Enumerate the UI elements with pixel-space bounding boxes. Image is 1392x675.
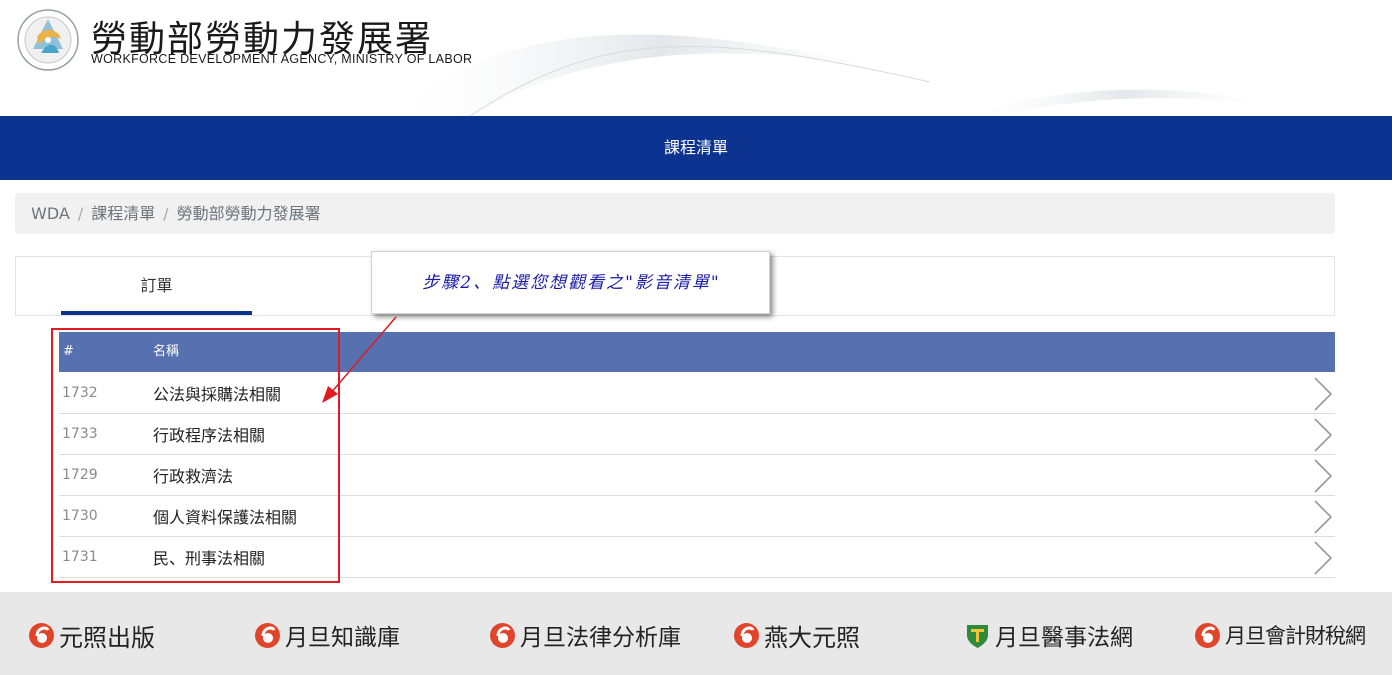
breadcrumb-item-wda[interactable]: WDA — [31, 204, 70, 223]
brand-name: 元照出版 — [59, 623, 155, 652]
brand-lawdata[interactable]: 月旦知識庫 — [254, 618, 400, 652]
row-name[interactable]: 公法與採購法相關 — [153, 373, 281, 417]
callout-text: 步驟2、點選您想觀看之"影音清單" — [422, 273, 721, 293]
table-row[interactable]: 1733 行政程序法相關 — [59, 414, 1335, 455]
row-id: 1732 — [62, 385, 98, 401]
row-id: 1730 — [62, 508, 98, 524]
row-name[interactable]: 行政救濟法 — [153, 455, 233, 499]
chevron-right-icon[interactable] — [1311, 376, 1335, 412]
row-id: 1731 — [62, 549, 98, 565]
brand-name: 月旦醫事法網 — [995, 625, 1133, 651]
breadcrumb-item-course-list[interactable]: 課程清單 — [91, 204, 155, 223]
brand-yanda-angle[interactable]: 燕大元照 — [733, 618, 860, 652]
row-name[interactable]: 個人資料保護法相關 — [153, 496, 297, 540]
chevron-right-icon[interactable] — [1311, 540, 1335, 576]
table-row[interactable]: 1731 民、刑事法相關 — [59, 537, 1335, 578]
chevron-right-icon[interactable] — [1311, 499, 1335, 535]
table-row[interactable]: 1730 個人資料保護法相關 — [59, 496, 1335, 537]
brand-medical-law[interactable]: 月旦醫事法網 — [964, 618, 1133, 652]
agency-name-en: WORKFORCE DEVELOPMENT AGENCY, MINISTRY O… — [91, 52, 473, 66]
brand-logo-icon — [1195, 622, 1220, 648]
brand-logo-icon — [734, 622, 759, 648]
chevron-right-icon[interactable] — [1311, 458, 1335, 494]
site-header: 勞動部勞動力發展署 WORKFORCE DEVELOPMENT AGENCY, … — [0, 0, 1392, 116]
breadcrumb-item-current: 勞動部勞動力發展署 — [176, 204, 321, 223]
table-row[interactable]: 1732 公法與採購法相關 — [59, 373, 1335, 414]
brand-name: 月旦知識庫 — [285, 625, 400, 651]
row-id: 1729 — [62, 467, 98, 483]
brand-accounting-tax[interactable]: 月旦會計財稅網 — [1194, 618, 1366, 652]
breadcrumb-separator: / — [163, 204, 169, 223]
brand-name: 月旦法律分析庫 — [520, 625, 681, 651]
chevron-right-icon[interactable] — [1311, 417, 1335, 453]
breadcrumb: WDA / 課程清單 / 勞動部勞動力發展署 — [15, 193, 1335, 234]
row-name[interactable]: 民、刑事法相關 — [153, 537, 265, 581]
brand-logo-icon — [490, 622, 515, 648]
table-row[interactable]: 1729 行政救濟法 — [59, 455, 1335, 496]
breadcrumb-separator: / — [77, 204, 84, 223]
brand-logo-icon — [29, 622, 54, 648]
column-header-number: # — [63, 344, 74, 359]
brand-logo-icon — [255, 622, 280, 648]
column-header-name: 名稱 — [153, 344, 180, 359]
shield-icon — [967, 624, 988, 648]
brand-name: 燕大元照 — [764, 623, 860, 652]
brand-name: 月旦會計財稅網 — [1225, 624, 1366, 648]
page-title: 課程清單 — [663, 138, 728, 157]
tab-orders[interactable]: 訂單 — [61, 257, 252, 315]
partner-footer: 元照出版 月旦知識庫 月旦法律分析庫 燕大元照 月旦醫事法網 月旦會計財稅網 — [0, 592, 1392, 675]
instruction-callout: 步驟2、點選您想觀看之"影音清單" — [371, 251, 770, 314]
brand-angle-publishing[interactable]: 元照出版 — [28, 618, 155, 652]
table-header: # 名稱 — [59, 332, 1335, 372]
row-name[interactable]: 行政程序法相關 — [153, 414, 265, 458]
row-id: 1733 — [62, 426, 98, 442]
brand-law-analysis[interactable]: 月旦法律分析庫 — [489, 618, 681, 652]
agency-logo[interactable] — [17, 9, 79, 71]
title-bar: 課程清單 — [0, 116, 1392, 180]
